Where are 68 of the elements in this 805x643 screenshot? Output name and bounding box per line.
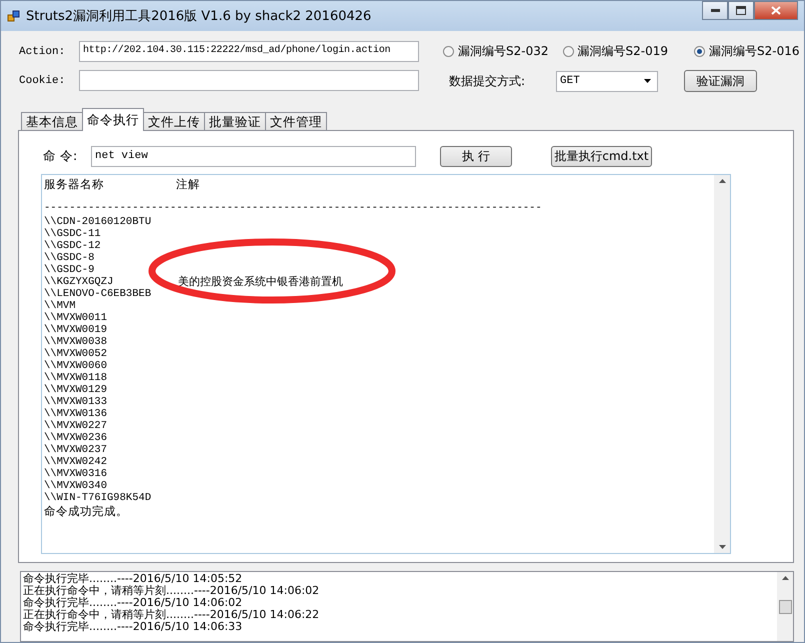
column-header: 注解 <box>176 177 200 191</box>
output-line: \\MVXW0038 <box>44 336 108 348</box>
tab[interactable]: 基本信息 <box>21 112 83 130</box>
output-line: \\GSDC-12 <box>44 240 102 252</box>
log-line: 命令执行完毕........----2016/5/10 14:05:52 <box>23 573 244 585</box>
method-label: 数据提交方式: <box>449 72 526 90</box>
verify-button[interactable]: 验证漏洞 <box>684 70 757 92</box>
output-line: \\MVXW0136 <box>44 408 108 420</box>
output-line: \\GSDC-11 <box>44 228 102 240</box>
output-line: \\MVXW0060 <box>44 360 108 372</box>
output-line: \\MVXW0340 <box>44 480 108 492</box>
command-field[interactable]: net view <box>91 146 416 166</box>
output-line: \\MVXW0118 <box>44 372 108 384</box>
log-line: 正在执行命令中，请稍等片刻........----2016/5/10 14:06:22 <box>23 609 320 621</box>
cookie-label: Cookie: <box>19 75 66 87</box>
cookie-field[interactable] <box>79 70 419 91</box>
log-line: 命令执行完毕........----2016/5/10 14:06:33 <box>23 621 244 633</box>
scroll-up-icon <box>782 576 788 580</box>
output-line: \\LENOVO-C6EB3BEB <box>44 288 152 300</box>
method-dropdown[interactable]: GET <box>556 70 658 92</box>
caret-icon <box>644 79 651 83</box>
output-line: \\MVXW0316 <box>44 468 108 480</box>
vuln-radio[interactable]: 漏洞编号S2-032 <box>443 43 548 60</box>
output-note: 美的控股资金系统中银香港前置机 <box>178 276 343 288</box>
column-header: 服务器名称 <box>44 177 105 191</box>
vuln-radio[interactable]: 漏洞编号S2-019 <box>562 43 668 60</box>
output-line: \\GSDC-9 <box>44 264 96 276</box>
log-line: 命令执行完毕........----2016/5/10 14:06:02 <box>23 597 244 609</box>
app-icon <box>7 9 21 23</box>
output-line: \\MVXW0236 <box>44 432 108 444</box>
output-line: \\CDN-20160120BTU <box>44 216 152 228</box>
output-line: \\MVM <box>44 300 77 312</box>
output-line: \\MVXW0019 <box>44 324 108 336</box>
tab[interactable]: 批量验证 <box>204 112 266 130</box>
output-line: \\MVXW0237 <box>44 444 108 456</box>
output-line: \\MVXW0129 <box>44 384 108 396</box>
scrollbar[interactable] <box>714 175 730 553</box>
output-line: \\MVXW0052 <box>44 348 108 360</box>
maximize-button[interactable] <box>728 1 754 20</box>
action-field[interactable]: http://202.104.30.115:22222/msd_ad/phone/login.action <box>79 41 419 62</box>
vuln-radio[interactable]: 漏洞编号S2-016 <box>694 43 800 60</box>
output-line: \\MVXW0242 <box>44 456 108 468</box>
action-label: Action: <box>19 46 66 58</box>
tab[interactable]: 文件管理 <box>265 112 327 130</box>
tab[interactable]: 文件上传 <box>143 112 205 130</box>
tab[interactable]: 命令执行 <box>82 108 144 131</box>
output-line: \\MVXW0227 <box>44 420 108 432</box>
separator-line: ------------------------------------------------------------------------------- <box>44 202 543 214</box>
output-line: \\MVXW0011 <box>44 312 108 324</box>
close-icon <box>771 6 781 15</box>
scroll-down-icon <box>718 545 726 549</box>
run-button[interactable]: 执 行 <box>440 146 512 166</box>
output-line: \\WIN-T76IG98K54D <box>44 492 152 504</box>
scroll-up-icon <box>718 179 726 183</box>
scroll-thumb[interactable] <box>778 600 792 614</box>
output-line: \\GSDC-8 <box>44 252 96 264</box>
log-line: 正在执行命令中，请稍等片刻........----2016/5/10 14:06:02 <box>23 585 320 597</box>
output-line: \\KGZYXGQZJ <box>44 276 114 288</box>
command-label: 命 令: <box>43 148 78 164</box>
batch-run-button[interactable]: 批量执行cmd.txt <box>551 146 652 166</box>
window-title: Struts2漏洞利用工具2016版 V1.6 by shack2 20160426 <box>26 8 372 25</box>
minimize-icon <box>710 8 720 12</box>
output-line: \\MVXW0133 <box>44 396 108 408</box>
maximize-icon <box>736 6 746 15</box>
close-button[interactable] <box>754 1 798 20</box>
scrollbar[interactable] <box>777 572 793 641</box>
output-line: 命令成功完成。 <box>44 504 129 518</box>
minimize-button[interactable] <box>702 1 728 20</box>
